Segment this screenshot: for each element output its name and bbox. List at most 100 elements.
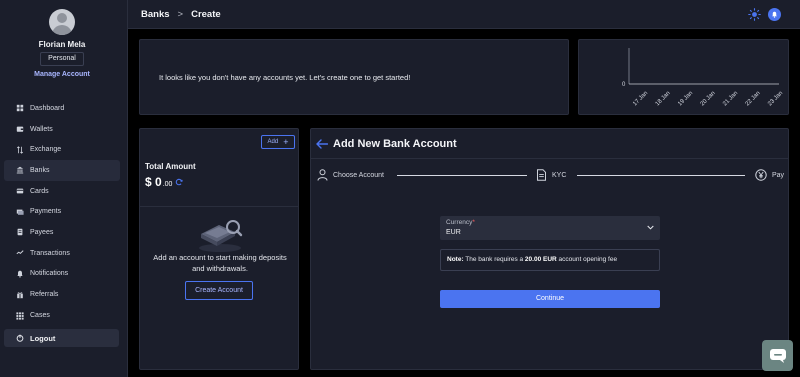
create-account-button[interactable]: Create Account bbox=[185, 281, 253, 300]
add-account-button[interactable]: Add + bbox=[261, 135, 295, 149]
chart-y-tick-label: 0 bbox=[622, 82, 626, 88]
payments-icon bbox=[16, 208, 24, 216]
chart-x-tick-label: 23 Jan bbox=[767, 90, 784, 107]
sidebar-item-exchange[interactable]: Exchange bbox=[4, 139, 120, 160]
total-amount-whole: 0 bbox=[155, 175, 162, 189]
logout-label: Logout bbox=[30, 333, 56, 343]
add-bank-account-panel: Add New Bank Account Choose Account KYC … bbox=[310, 128, 789, 370]
exchange-icon bbox=[16, 145, 24, 154]
step-label: Pay bbox=[772, 171, 785, 179]
note-text: The bank requires a bbox=[463, 256, 525, 263]
transactions-icon bbox=[16, 249, 24, 257]
accounts-panel: Add + Total Amount $ 0.00 Add an account… bbox=[139, 128, 299, 370]
manage-account-link[interactable]: Manage Account bbox=[0, 71, 124, 78]
total-currency-symbol: $ bbox=[145, 175, 152, 189]
referrals-icon bbox=[16, 291, 24, 299]
sidebar-item-cases[interactable]: Cases bbox=[4, 305, 120, 327]
chart-x-tick-label: 19 Jan bbox=[677, 90, 694, 107]
sidebar-item-label: Cases bbox=[30, 312, 50, 320]
chart-x-tick-label: 20 Jan bbox=[700, 90, 717, 107]
logout-icon bbox=[16, 334, 24, 342]
sidebar-item-banks[interactable]: Banks bbox=[4, 160, 120, 181]
card-icon bbox=[16, 187, 24, 195]
chart-x-tick-label: 21 Jan bbox=[722, 90, 739, 107]
sidebar-item-transactions[interactable]: Transactions bbox=[4, 243, 120, 264]
sidebar-item-label: Dashboard bbox=[30, 104, 65, 112]
divider bbox=[311, 158, 788, 159]
chart-x-tick-label: 18 Jan bbox=[655, 90, 672, 107]
chat-icon bbox=[769, 348, 786, 363]
divider bbox=[140, 206, 298, 207]
step-label: Choose Account bbox=[333, 171, 384, 179]
bell-icon bbox=[16, 270, 24, 278]
breadcrumb-current: Create bbox=[191, 9, 221, 20]
top-bar: Banks > Create bbox=[128, 0, 800, 29]
sidebar-item-label: Banks bbox=[30, 166, 50, 174]
total-amount-label: Total Amount bbox=[145, 162, 196, 171]
total-amount-value: $ 0.00 bbox=[145, 175, 184, 189]
chart-x-tick-label: 17 Jan bbox=[632, 90, 649, 107]
step-choose-account: Choose Account bbox=[317, 169, 384, 181]
balance-chart-panel: 0 17 Jan 18 Jan 19 Jan 20 Jan 21 Jan 22 Jan 23 … bbox=[578, 39, 789, 115]
user-icon bbox=[317, 169, 328, 181]
sidebar-item-wallets[interactable]: Wallets bbox=[4, 119, 120, 140]
breadcrumb-parent[interactable]: Banks bbox=[141, 9, 170, 20]
sidebar-item-notifications[interactable]: Notifications bbox=[4, 264, 120, 285]
empty-accounts-illustration bbox=[199, 220, 243, 252]
sidebar-item-label: Exchange bbox=[30, 146, 62, 154]
empty-accounts-text: Add an account to start making deposits … bbox=[153, 253, 287, 273]
sidebar: Florian Mela Personal Manage Account Das… bbox=[0, 0, 128, 377]
back-arrow-icon[interactable] bbox=[316, 139, 328, 149]
user-name: Florian Mela bbox=[38, 40, 86, 49]
wallet-icon bbox=[16, 125, 24, 133]
step-label: KYC bbox=[552, 171, 567, 179]
sidebar-item-label: Payees bbox=[30, 228, 54, 236]
step-pay: Pay bbox=[755, 169, 784, 181]
sidebar-item-referrals[interactable]: Referrals bbox=[4, 284, 120, 305]
no-accounts-message: It looks like you don't have any account… bbox=[159, 73, 411, 82]
plus-icon: + bbox=[283, 136, 289, 147]
currency-label: Currency* bbox=[446, 219, 475, 226]
dashboard-icon bbox=[16, 104, 24, 112]
note-prefix: Note: bbox=[447, 256, 464, 263]
step-kyc: KYC bbox=[536, 169, 566, 181]
payees-icon bbox=[16, 228, 24, 236]
sidebar-item-payments[interactable]: Payments bbox=[4, 201, 120, 222]
support-chat-button[interactable] bbox=[762, 340, 793, 371]
logout-button[interactable]: Logout bbox=[4, 329, 119, 347]
step-connector bbox=[397, 175, 527, 176]
notifications-button[interactable] bbox=[768, 8, 781, 21]
yen-coin-icon bbox=[755, 169, 767, 181]
step-connector bbox=[577, 175, 745, 176]
chevron-down-icon bbox=[647, 225, 654, 230]
note-amount: 20.00 EUR bbox=[524, 256, 557, 263]
sidebar-nav: Dashboard Wallets Exchange Banks Cards Paymen… bbox=[4, 98, 120, 327]
no-accounts-banner: It looks like you don't have any account… bbox=[139, 39, 569, 115]
breadcrumb: Banks > Create bbox=[141, 9, 221, 20]
sidebar-item-label: Payments bbox=[30, 208, 62, 216]
add-account-label: Add bbox=[267, 139, 279, 145]
account-type-badge: Personal bbox=[40, 52, 84, 66]
breadcrumb-separator-icon: > bbox=[177, 9, 184, 20]
currency-select[interactable]: Currency* EUR bbox=[440, 216, 660, 240]
sidebar-item-payees[interactable]: Payees bbox=[4, 222, 120, 243]
sidebar-item-label: Notifications bbox=[30, 270, 69, 278]
sidebar-item-label: Transactions bbox=[30, 249, 70, 257]
grid-icon bbox=[16, 312, 24, 320]
total-amount-cents: .00 bbox=[162, 181, 173, 188]
sidebar-item-label: Wallets bbox=[30, 125, 53, 133]
theme-toggle-sun-icon[interactable] bbox=[748, 8, 761, 21]
refresh-icon[interactable] bbox=[175, 178, 184, 186]
bell-icon bbox=[772, 11, 777, 18]
document-icon bbox=[537, 169, 546, 181]
sidebar-item-cards[interactable]: Cards bbox=[4, 181, 120, 202]
bank-icon bbox=[16, 166, 24, 174]
sidebar-item-dashboard[interactable]: Dashboard bbox=[4, 98, 120, 119]
balance-chart: 0 17 Jan 18 Jan 19 Jan 20 Jan 21 Jan 22 Jan 23 … bbox=[622, 48, 784, 107]
app-root: Florian Mela Personal Manage Account Das… bbox=[0, 0, 800, 377]
continue-button[interactable]: Continue bbox=[440, 290, 660, 308]
sidebar-item-label: Cards bbox=[30, 187, 49, 195]
note-suffix: account opening fee bbox=[556, 256, 618, 263]
avatar[interactable] bbox=[49, 9, 75, 35]
chart-x-tick-label: 22 Jan bbox=[745, 90, 762, 107]
